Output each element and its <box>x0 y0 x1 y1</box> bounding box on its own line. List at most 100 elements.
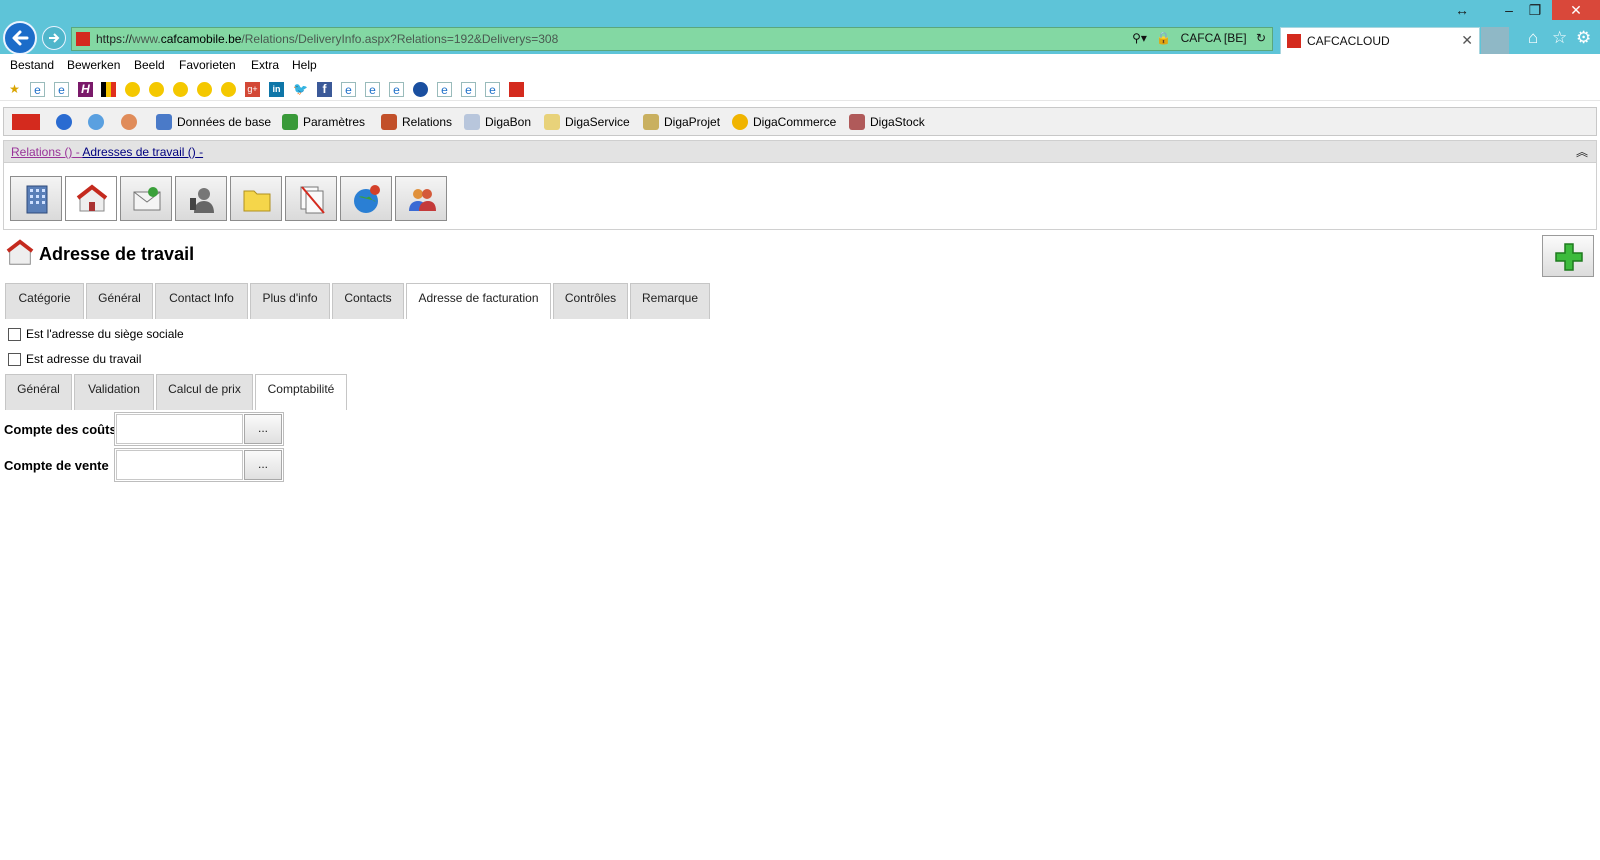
ie-page-icon[interactable]: e <box>461 82 476 97</box>
restore-button[interactable]: ❐ <box>1524 0 1546 20</box>
lock-icon[interactable]: 🔒 <box>1156 31 1171 45</box>
twitter-icon[interactable]: 🐦 <box>293 82 308 97</box>
toolbar-digastock[interactable]: DigaStock <box>849 113 925 131</box>
favorites-bar: ★ e e H g+ in 🐦 f e e e e e e <box>0 77 1600 101</box>
toolbar-digaservice[interactable]: DigaService <box>544 113 630 131</box>
breadcrumb-adresses[interactable]: Adresses de travail () <box>82 145 195 159</box>
resize-icon[interactable]: ↔ <box>1452 0 1472 20</box>
people-icon <box>409 189 436 211</box>
service-icon <box>544 114 560 130</box>
tab-adresse-de-facturation[interactable]: Adresse de facturation <box>406 283 551 319</box>
toolbar-parametres[interactable]: Paramètres <box>282 113 365 131</box>
favorites-star-icon[interactable]: ☆ <box>1552 28 1567 48</box>
documents-button[interactable] <box>285 176 337 221</box>
toolbar-digaprojet[interactable]: DigaProjet <box>643 113 720 131</box>
speed-icon[interactable] <box>197 82 212 97</box>
people-button[interactable] <box>395 176 447 221</box>
arrow-left-icon <box>12 30 29 46</box>
cafca-icon[interactable] <box>509 82 524 97</box>
toolbar-digacommerce[interactable]: DigaCommerce <box>732 113 836 131</box>
tab-remarque[interactable]: Remarque <box>630 283 710 319</box>
belgian-flag-icon[interactable] <box>101 82 116 97</box>
ie-page-icon[interactable]: e <box>54 82 69 97</box>
speed-icon[interactable] <box>149 82 164 97</box>
add-favorite-icon[interactable]: ★ <box>7 82 22 97</box>
gear-icon[interactable]: ⚙ <box>1576 28 1591 48</box>
ie-page-icon[interactable]: e <box>341 82 356 97</box>
travail-checkbox[interactable] <box>8 352 21 366</box>
globe-icon[interactable] <box>413 82 428 97</box>
back-button[interactable] <box>3 21 37 55</box>
subtab-comptabilite[interactable]: Comptabilité <box>255 374 347 410</box>
toolbar-digabon[interactable]: DigaBon <box>464 113 531 131</box>
minimize-button[interactable]: – <box>1498 0 1520 20</box>
tab-categorie[interactable]: Catégorie <box>5 283 84 319</box>
document-icon <box>464 114 480 130</box>
work-address-icon <box>5 238 35 271</box>
menu-bar: Bestand Bewerken Beeld Favorieten Extra … <box>0 54 1600 76</box>
tab-contacts[interactable]: Contacts <box>332 283 404 319</box>
web-button[interactable] <box>340 176 392 221</box>
speed-icon[interactable] <box>173 82 188 97</box>
toolbar-relations[interactable]: Relations <box>381 113 452 131</box>
menu-help[interactable]: Help <box>292 58 317 72</box>
search-icon[interactable]: ⚲▾ <box>1132 31 1147 45</box>
cost-account-input[interactable] <box>116 414 243 444</box>
menu-bewerken[interactable]: Bewerken <box>67 58 120 72</box>
ie-page-icon[interactable]: e <box>437 82 452 97</box>
mail-button[interactable] <box>120 176 172 221</box>
home-icon[interactable]: ⌂ <box>1528 28 1538 48</box>
sync-button[interactable] <box>88 113 109 131</box>
building-button[interactable] <box>10 176 62 221</box>
site-identity[interactable]: CAFCA [BE] <box>1181 31 1247 45</box>
coin-icon <box>732 114 748 130</box>
ie-page-icon[interactable]: e <box>30 82 45 97</box>
subtab-general[interactable]: Général <box>5 374 72 410</box>
cafca-logo[interactable] <box>12 113 45 131</box>
world-button[interactable] <box>56 113 77 131</box>
url-text[interactable]: https://www.cafcamobile.be/Relations/Del… <box>96 32 558 46</box>
forward-button[interactable] <box>42 26 66 50</box>
contact-person-icon <box>190 188 214 213</box>
sales-account-browse-button[interactable]: ... <box>244 450 282 480</box>
toolbar-label: DigaBon <box>485 115 532 129</box>
tab-general[interactable]: Général <box>86 283 153 319</box>
tab-controles[interactable]: Contrôles <box>553 283 628 319</box>
subtab-calcul-de-prix[interactable]: Calcul de prix <box>156 374 253 410</box>
cost-account-browse-button[interactable]: ... <box>244 414 282 444</box>
work-address-button[interactable] <box>65 176 117 221</box>
menu-favorieten[interactable]: Favorieten <box>179 58 236 72</box>
google-plus-icon[interactable]: g+ <box>245 82 260 97</box>
speed-icon[interactable] <box>221 82 236 97</box>
browser-tab[interactable]: CAFCACLOUD ✕ <box>1280 27 1480 54</box>
siege-checkbox[interactable] <box>8 327 21 341</box>
close-window-button[interactable]: ✕ <box>1552 0 1600 20</box>
ie-page-icon[interactable]: e <box>389 82 404 97</box>
folder-button[interactable] <box>230 176 282 221</box>
tab-close-icon[interactable]: ✕ <box>1461 32 1473 49</box>
speed-icon[interactable] <box>125 82 140 97</box>
address-bar[interactable]: https://www.cafcamobile.be/Relations/Del… <box>71 27 1273 51</box>
travail-checkbox-label: Est adresse du travail <box>26 352 142 366</box>
refresh-icon[interactable]: ↻ <box>1256 31 1266 45</box>
facebook-icon[interactable]: f <box>317 82 332 97</box>
main-tabs: Catégorie Général Contact Info Plus d'in… <box>5 283 710 319</box>
contact-button[interactable] <box>175 176 227 221</box>
tab-plus-d-info[interactable]: Plus d'info <box>250 283 330 319</box>
menu-bestand[interactable]: Bestand <box>10 58 54 72</box>
sales-account-input[interactable] <box>116 450 243 480</box>
ie-page-icon[interactable]: e <box>365 82 380 97</box>
h-logo-icon[interactable]: H <box>78 82 93 97</box>
ie-page-icon[interactable]: e <box>485 82 500 97</box>
menu-beeld[interactable]: Beeld <box>134 58 165 72</box>
collapse-icon[interactable]: ︽ <box>1576 143 1588 160</box>
linkedin-icon[interactable]: in <box>269 82 284 97</box>
toolbar-donnees-de-base[interactable]: Données de base <box>156 113 271 131</box>
subtab-validation[interactable]: Validation <box>74 374 154 410</box>
breadcrumb-relations[interactable]: Relations () <box>11 145 72 159</box>
menu-extra[interactable]: Extra <box>251 58 279 72</box>
add-button[interactable] <box>1542 235 1594 277</box>
user-button[interactable] <box>121 113 142 131</box>
tab-contact-info[interactable]: Contact Info <box>155 283 248 319</box>
new-tab-button[interactable] <box>1481 27 1509 54</box>
